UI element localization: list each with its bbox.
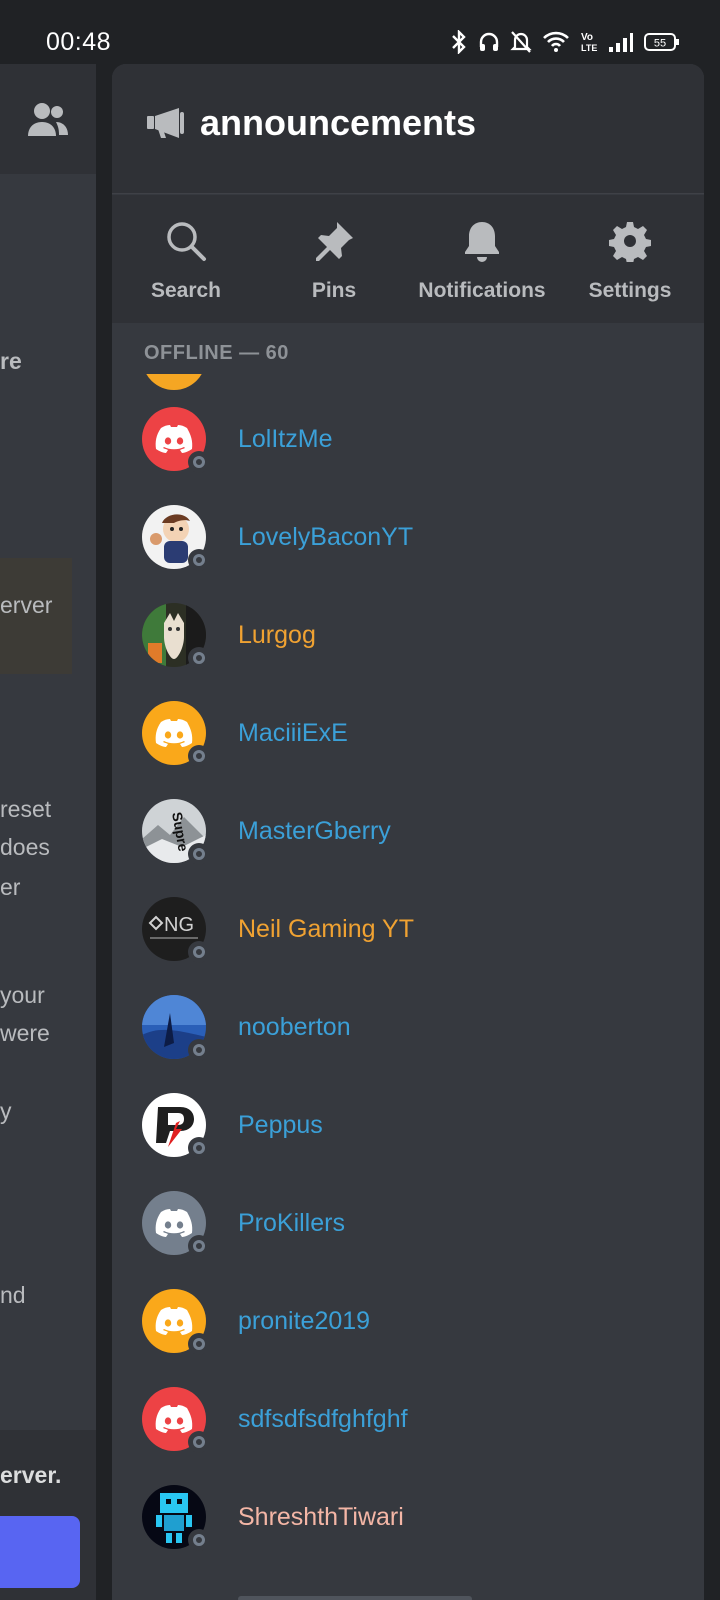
- member-name: Peppus: [238, 1110, 323, 1139]
- chat-fragment: reset: [0, 796, 52, 822]
- member-row[interactable]: LolItzMe: [112, 390, 704, 488]
- horizontal-scroll-indicator[interactable]: [238, 1596, 472, 1600]
- avatar: NG: [142, 897, 210, 963]
- search-icon: [167, 222, 206, 261]
- member-name: LovelyBaconYT: [238, 522, 414, 551]
- member-list: LolItzMe LovelyBaconYT Lurgog MaciiiExE Supr…: [112, 374, 704, 1566]
- member-name: nooberton: [238, 1012, 351, 1041]
- member-row[interactable]: ProKillers: [112, 1174, 704, 1272]
- join-button[interactable]: [0, 1516, 80, 1588]
- bell-icon: [465, 222, 499, 262]
- channel-drawer: announcements Search Pins Notifications …: [112, 64, 704, 1600]
- search-button[interactable]: Search: [112, 195, 260, 323]
- offline-status-icon: [188, 745, 210, 767]
- member-name: LolItzMe: [238, 424, 333, 453]
- megaphone-icon: [147, 108, 184, 138]
- offline-status-icon: [188, 451, 210, 473]
- member-name: MasterGberry: [238, 816, 391, 845]
- pin-icon: [316, 222, 353, 261]
- member-row[interactable]: Lurgog: [112, 586, 704, 684]
- chat-fragment: your: [0, 982, 45, 1008]
- channel-header: announcements: [112, 64, 704, 194]
- status-icons: Vo LTE 55: [450, 30, 680, 54]
- channel-actions: Search Pins Notifications Settings: [112, 195, 704, 323]
- offline-status-icon: [188, 549, 210, 571]
- member-row[interactable]: Supre MasterGberry: [112, 782, 704, 880]
- member-row[interactable]: pronite2019: [112, 1272, 704, 1370]
- offline-section-header: OFFLINE — 60: [144, 342, 289, 364]
- member-row[interactable]: LovelyBaconYT: [112, 488, 704, 586]
- chat-fragment: were: [0, 1020, 50, 1046]
- member-row[interactable]: NG Neil Gaming YT: [112, 880, 704, 978]
- notifications-label: Notifications: [418, 279, 546, 302]
- chat-fragment: erver: [0, 592, 53, 618]
- chat-fragment: er: [0, 874, 21, 900]
- chat-fragment: re: [0, 348, 22, 374]
- svg-text:LTE: LTE: [581, 43, 597, 53]
- chat-fragment: erver.: [0, 1462, 62, 1488]
- member-name: ProKillers: [238, 1208, 345, 1237]
- gear-icon: [609, 222, 651, 262]
- offline-status-icon: [188, 1333, 210, 1355]
- svg-text:Vo: Vo: [581, 32, 593, 43]
- avatar: [142, 1289, 210, 1355]
- avatar: [142, 1093, 210, 1159]
- avatar: [142, 995, 210, 1061]
- offline-status-icon: [188, 1235, 210, 1257]
- status-bar: 00:48 Vo LTE 55: [0, 0, 720, 64]
- settings-button[interactable]: Settings: [556, 195, 704, 323]
- channel-title: announcements: [200, 102, 477, 143]
- member-name: Lurgog: [238, 620, 316, 649]
- chat-header: [0, 64, 96, 174]
- member-name: ShreshthTiwari: [238, 1502, 404, 1531]
- member-name: MaciiiExE: [238, 718, 348, 747]
- status-time: 00:48: [46, 28, 112, 56]
- members-icon[interactable]: [26, 100, 70, 140]
- member-row-partial[interactable]: [112, 374, 704, 390]
- battery-icon: 55: [644, 33, 679, 51]
- avatar: [142, 1485, 210, 1551]
- pins-label: Pins: [311, 279, 357, 302]
- offline-status-icon: [188, 843, 210, 865]
- avatar: Supre: [142, 799, 210, 865]
- offline-status-icon: [188, 647, 210, 669]
- settings-label: Settings: [588, 279, 672, 302]
- avatar: [142, 701, 210, 767]
- background-chat-panel: re erver reset does er your were y nd er…: [0, 64, 96, 1600]
- offline-status-icon: [188, 1431, 210, 1453]
- offline-status-icon: [188, 941, 210, 963]
- volte-icon: VoLTE: [581, 32, 597, 53]
- avatar: [142, 374, 206, 390]
- headphones-icon: [479, 32, 499, 51]
- offline-status-icon: [188, 1529, 210, 1551]
- avatar: [142, 603, 210, 669]
- member-row[interactable]: Peppus: [112, 1076, 704, 1174]
- avatar: [142, 407, 210, 473]
- wifi-icon: [543, 31, 569, 52]
- chat-fragment: y: [0, 1098, 12, 1124]
- bluetooth-icon: [452, 30, 466, 54]
- avatar: [142, 505, 210, 571]
- chat-fragment: nd: [0, 1282, 26, 1308]
- member-name: Neil Gaming YT: [238, 914, 414, 943]
- bell-off-icon: [510, 31, 532, 53]
- avatar: [142, 1191, 210, 1257]
- notice-box: erver: [0, 558, 72, 674]
- member-row[interactable]: ShreshthTiwari: [112, 1468, 704, 1566]
- search-label: Search: [150, 279, 222, 302]
- pins-button[interactable]: Pins: [260, 195, 408, 323]
- member-row[interactable]: MaciiiExE: [112, 684, 704, 782]
- member-name: sdfsdfsdfghfghf: [238, 1404, 408, 1433]
- svg-text:NG: NG: [164, 914, 194, 936]
- chat-fragment: does: [0, 834, 50, 860]
- offline-status-icon: [188, 1039, 210, 1061]
- signal-icon: [609, 33, 633, 52]
- avatar: [142, 1387, 210, 1453]
- battery-level: 55: [654, 38, 666, 50]
- notifications-button[interactable]: Notifications: [408, 195, 556, 323]
- member-name: pronite2019: [238, 1306, 371, 1335]
- offline-status-icon: [188, 1137, 210, 1159]
- member-row[interactable]: sdfsdfsdfghfghf: [112, 1370, 704, 1468]
- member-row[interactable]: nooberton: [112, 978, 704, 1076]
